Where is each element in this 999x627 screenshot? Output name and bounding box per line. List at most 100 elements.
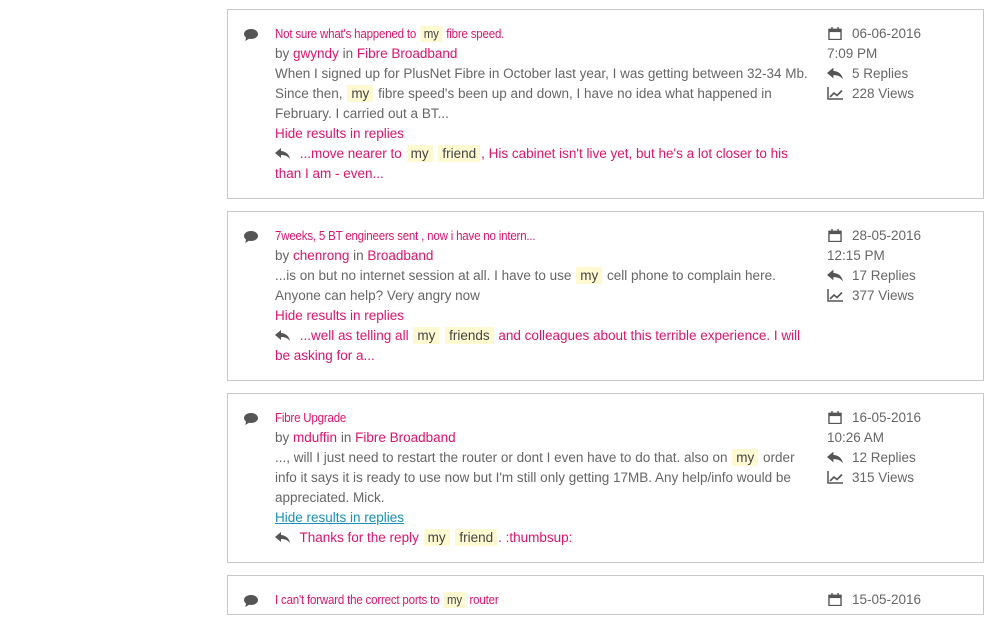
line-chart-icon (827, 289, 843, 302)
in-label: in (340, 430, 352, 445)
calendar-icon (828, 27, 842, 40)
title-text: Not sure what's happened to (275, 27, 417, 41)
board-link[interactable]: Fibre Broadband (357, 46, 458, 61)
result-body: 7weeks, 5 BT engineers sent , now i have… (275, 226, 808, 366)
result-snippet: ..., will I just need to restart the rou… (275, 448, 808, 508)
search-term-highlight: friend (455, 529, 498, 546)
date-text: 28-05-2016 (852, 228, 922, 243)
views-text: 377 Views (852, 288, 915, 303)
result-title-link[interactable]: 7weeks, 5 BT engineers sent , now i have… (275, 226, 765, 246)
post-date: 28-05-2016 (827, 226, 967, 246)
reply-arrow-icon (827, 67, 843, 80)
speech-bubble-icon (244, 231, 258, 243)
result-byline: by gwyndy in Fibre Broadband (275, 44, 808, 64)
search-term-highlight: my (406, 145, 433, 162)
reply-match[interactable]: Thanks for the reply my friend. :thumbsu… (275, 528, 808, 548)
calendar-icon (828, 229, 842, 242)
post-date: 15-05-2016 (827, 590, 967, 610)
post-date: 16-05-2016 (827, 408, 967, 428)
by-label: by (275, 430, 290, 445)
result-title-link[interactable]: Not sure what's happened to my fibre spe… (275, 24, 765, 44)
result-meta: 06-06-2016 7:09 PM 5 Replies 228 Views (827, 24, 967, 184)
title-text: Fibre Upgrade (275, 411, 347, 425)
calendar-icon (828, 593, 842, 606)
post-time: 12:15 PM (827, 248, 885, 263)
title-text: router (469, 593, 499, 607)
in-label: in (353, 248, 364, 263)
search-term-highlight: my (420, 26, 443, 42)
views-text: 315 Views (852, 470, 915, 485)
calendar-icon (828, 411, 842, 424)
search-result-card: 7weeks, 5 BT engineers sent , now i have… (227, 211, 984, 381)
date-text: 16-05-2016 (852, 410, 922, 425)
in-label: in (342, 46, 354, 61)
hide-results-in-replies-link[interactable]: Hide results in replies (275, 508, 404, 528)
result-title-link[interactable]: I can't forward the correct ports to my … (275, 590, 765, 610)
speech-bubble-icon (244, 29, 258, 41)
reply-match[interactable]: ...well as telling all my friends and co… (275, 326, 808, 366)
result-body: Fibre Upgrade by mduffin in Fibre Broadb… (275, 408, 808, 548)
result-snippet: When I signed up for PlusNet Fibre in Oc… (275, 64, 808, 124)
reply-arrow-icon (275, 330, 290, 341)
reply-arrow-icon (275, 148, 290, 159)
result-snippet: ...is on but no internet session at all.… (275, 266, 808, 306)
hide-results-in-replies-link[interactable]: Hide results in replies (275, 124, 404, 144)
board-link[interactable]: Broadband (367, 248, 433, 263)
result-title-link[interactable]: Fibre Upgrade (275, 408, 765, 428)
view-count: 377 Views (827, 286, 967, 306)
reply-text: ...move nearer to (299, 146, 402, 161)
views-text: 228 Views (852, 86, 915, 101)
search-term-highlight: my (423, 529, 450, 546)
reply-count: 17 Replies (827, 266, 967, 286)
result-byline: by mduffin in Fibre Broadband (275, 428, 808, 448)
date-text: 15-05-2016 (852, 592, 922, 607)
reply-match[interactable]: ...move nearer to my friend, His cabinet… (275, 144, 808, 184)
author-link[interactable]: mduffin (293, 430, 337, 445)
search-result-card: Fibre Upgrade by mduffin in Fibre Broadb… (227, 393, 984, 563)
reply-count: 12 Replies (827, 448, 967, 468)
date-text: 06-06-2016 (852, 26, 922, 41)
search-term-highlight: friend (438, 145, 481, 162)
by-label: by (275, 46, 290, 61)
post-date: 06-06-2016 (827, 24, 967, 44)
title-text: fibre speed. (446, 27, 505, 41)
title-text: 7weeks, 5 BT engineers sent , now i have… (275, 229, 536, 243)
view-count: 315 Views (827, 468, 967, 488)
result-meta: 28-05-2016 12:15 PM 17 Replies 377 Views (827, 226, 967, 366)
replies-text: 12 Replies (852, 450, 916, 465)
search-result-card: Not sure what's happened to my fibre spe… (227, 9, 984, 199)
search-term-highlight: my (347, 85, 374, 102)
view-count: 228 Views (827, 84, 967, 104)
result-body: Not sure what's happened to my fibre spe… (275, 24, 808, 184)
search-term-highlight: my (443, 592, 466, 608)
search-result-card: I can't forward the correct ports to my … (227, 575, 984, 615)
search-results-list: Not sure what's happened to my fibre spe… (227, 9, 984, 627)
reply-arrow-icon (827, 269, 843, 282)
line-chart-icon (827, 471, 843, 484)
result-byline: by chenrong in Broadband (275, 246, 808, 266)
search-term-highlight: friends (445, 327, 494, 344)
title-text: I can't forward the correct ports to (275, 593, 440, 607)
snippet-text: ...is on but no internet session at all.… (275, 268, 572, 283)
replies-text: 5 Replies (852, 66, 909, 81)
reply-count: 5 Replies (827, 64, 967, 84)
line-chart-icon (827, 87, 843, 100)
speech-bubble-icon (244, 413, 258, 425)
reply-text: Thanks for the reply (299, 530, 419, 545)
post-time: 10:26 AM (827, 430, 885, 445)
search-term-highlight: my (576, 267, 603, 284)
by-label: by (275, 248, 290, 263)
hide-results-in-replies-link[interactable]: Hide results in replies (275, 306, 404, 326)
reply-text: ...well as telling all (299, 328, 409, 343)
author-link[interactable]: chenrong (293, 248, 349, 263)
snippet-text: ..., will I just need to restart the rou… (275, 450, 728, 465)
replies-text: 17 Replies (852, 268, 916, 283)
search-term-highlight: my (413, 327, 440, 344)
author-link[interactable]: gwyndy (293, 46, 339, 61)
result-meta: 16-05-2016 10:26 AM 12 Replies 315 Views (827, 408, 967, 548)
reply-arrow-icon (275, 532, 290, 543)
board-link[interactable]: Fibre Broadband (355, 430, 456, 445)
reply-text: . :thumbsup: (498, 530, 573, 545)
speech-bubble-icon (244, 595, 258, 607)
reply-arrow-icon (827, 451, 843, 464)
